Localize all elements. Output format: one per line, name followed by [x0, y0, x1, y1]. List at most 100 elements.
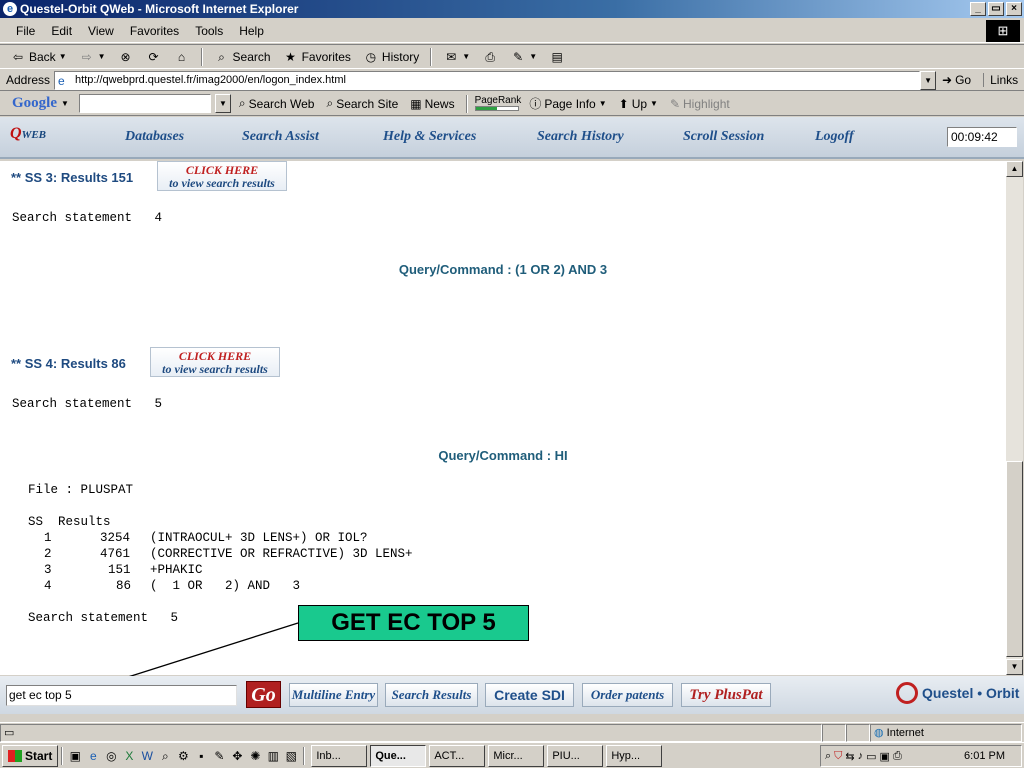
discuss-button[interactable]: ▤ — [545, 47, 569, 67]
task-micr[interactable]: Micr... — [488, 744, 545, 767]
maximize-button[interactable]: ▭ — [988, 2, 1004, 16]
order-patents-button[interactable]: Order patents — [582, 683, 673, 707]
quicklaunch-note-icon[interactable]: ✎ — [210, 747, 228, 765]
quicklaunch-swirl-icon[interactable]: ✺ — [246, 747, 264, 765]
task-act[interactable]: ACT... — [429, 744, 486, 767]
search-icon: ⌕ — [218, 49, 225, 64]
quicklaunch-outlook-icon[interactable]: ◎ — [102, 747, 120, 765]
history-button[interactable]: ◷ History — [359, 47, 423, 67]
scroll-thumb[interactable] — [1006, 461, 1023, 657]
page-status-icon: ▭ — [4, 726, 15, 739]
taskbar: Start ▣ e ◎ X W ⌕ ⚙ ▪ ✎ ✥ ✺ ▥ ▧ Inb... Q… — [0, 742, 1024, 768]
highlighter-icon: ✎ — [669, 96, 681, 111]
scroll-up-button[interactable]: ▲ — [1006, 161, 1023, 177]
refresh-button[interactable]: ⟳ — [142, 47, 166, 67]
quicklaunch-media-icon[interactable]: ▧ — [282, 747, 300, 765]
create-sdi-button[interactable]: Create SDI — [485, 683, 574, 707]
search-web-icon: ⌕ — [238, 96, 246, 110]
command-bar: get ec top 5 Go Multiline Entry Search R… — [0, 676, 1024, 714]
search-button[interactable]: ⌕ Search — [210, 47, 275, 67]
address-go-button[interactable]: ➜ Go — [936, 73, 977, 87]
tray-monitor-icon[interactable]: ▭ — [866, 750, 876, 763]
home-button[interactable]: ⌂ — [170, 47, 194, 67]
search-site-button[interactable]: ⌕ Search Site — [322, 96, 402, 111]
tray-lock-icon[interactable]: ▣ — [880, 750, 890, 763]
command-input[interactable]: get ec top 5 — [6, 685, 237, 706]
menu-file[interactable]: File — [8, 24, 43, 38]
tray-printer-icon[interactable]: ⎙ — [893, 750, 902, 763]
links-toolbar[interactable]: Links — [983, 73, 1018, 87]
quicklaunch-gear-icon[interactable]: ⚙ — [174, 747, 192, 765]
nav-databases[interactable]: Databases — [125, 129, 184, 145]
qweb-logo[interactable]: QWEB — [10, 125, 46, 143]
nav-search-history[interactable]: Search History — [537, 129, 624, 145]
ss3-results-link[interactable]: ** SS 3: Results 151 — [11, 170, 133, 185]
try-pluspat-button[interactable]: Try PlusPat — [681, 683, 771, 707]
address-dropdown[interactable]: ▼ — [920, 70, 937, 90]
task-piu[interactable]: PIU... — [547, 744, 604, 767]
go-button[interactable]: Go — [246, 681, 281, 708]
quicklaunch-desktop-icon[interactable]: ▣ — [66, 747, 84, 765]
tray-search-icon[interactable]: ⌕ — [825, 750, 831, 763]
forward-button[interactable]: ⇨ ▼ — [75, 47, 110, 67]
news-button[interactable]: ▦ News — [406, 97, 458, 111]
quicklaunch-excel-icon[interactable]: X — [120, 747, 138, 765]
back-arrow-icon: ⇦ — [12, 49, 24, 64]
file-label: File : PLUSPAT — [28, 483, 134, 497]
mail-button[interactable]: ✉ ▼ — [439, 47, 474, 67]
query-command-1: Query/Command : (1 OR 2) AND 3 — [398, 262, 608, 277]
back-button[interactable]: ⇦ Back ▼ — [6, 47, 71, 67]
menu-favorites[interactable]: Favorites — [122, 24, 187, 38]
task-questel[interactable]: Que... — [370, 744, 427, 767]
google-toolbar: Google ▼ ▼ ⌕ Search Web ⌕ Search Site ▦ New… — [0, 92, 1024, 116]
quicklaunch-cmd-icon[interactable]: ▪ — [192, 747, 210, 765]
info-icon: ⓘ — [529, 97, 542, 111]
ss3-statement: Search statement 4 — [12, 211, 163, 225]
search-results-button[interactable]: Search Results — [385, 683, 478, 707]
ss4-results-link[interactable]: ** SS 4: Results 86 — [11, 356, 126, 371]
edit-button[interactable]: ✎ ▼ — [506, 47, 541, 67]
multiline-entry-button[interactable]: Multiline Entry — [289, 683, 378, 707]
favorites-button[interactable]: ★ Favorites — [279, 47, 355, 67]
page-icon: e — [58, 73, 65, 88]
tray-volume-icon[interactable]: ♪ — [858, 750, 864, 762]
minimize-button[interactable]: _ — [970, 2, 986, 16]
scroll-down-button[interactable]: ▼ — [1006, 659, 1023, 675]
nav-search-assist[interactable]: Search Assist — [242, 129, 319, 145]
edit-icon: ✎ — [513, 49, 524, 64]
google-logo[interactable]: Google — [12, 95, 57, 112]
refresh-icon: ⟳ — [148, 49, 159, 64]
callout-annotation: GET EC TOP 5 — [298, 605, 529, 641]
up-button[interactable]: ⬆ Up ▼ — [615, 97, 662, 111]
nav-logoff[interactable]: Logoff — [815, 129, 854, 145]
google-search-dropdown[interactable]: ▼ — [214, 94, 231, 113]
start-button[interactable]: Start — [2, 744, 59, 767]
tray-shield-icon[interactable]: ⛉ — [834, 750, 842, 763]
menu-view[interactable]: View — [80, 24, 122, 38]
task-inbox[interactable]: Inb... — [311, 744, 368, 767]
google-search-input[interactable] — [78, 94, 211, 113]
ss3-click-here-button[interactable]: CLICK HERE to view search results — [157, 161, 287, 191]
search-web-button[interactable]: ⌕ Search Web — [235, 96, 319, 111]
vertical-scrollbar[interactable]: ▲ ▼ — [1006, 161, 1023, 675]
highlight-button[interactable]: ✎ Highlight — [666, 97, 734, 111]
nav-scroll-session[interactable]: Scroll Session — [683, 129, 764, 145]
go-arrow-icon: ➜ — [942, 73, 953, 87]
quicklaunch-ie-icon[interactable]: e — [84, 747, 102, 765]
tray-network-icon[interactable]: ⇆ — [845, 750, 854, 763]
menu-tools[interactable]: Tools — [187, 24, 231, 38]
nav-help-services[interactable]: Help & Services — [383, 129, 476, 145]
menu-help[interactable]: Help — [231, 24, 272, 38]
address-input[interactable]: e http://qwebprd.questel.fr/imag2000/en/l… — [54, 70, 921, 90]
print-button[interactable]: ⎙ — [478, 47, 502, 67]
ss4-click-here-button[interactable]: CLICK HERE to view search results — [150, 347, 280, 377]
page-info-button[interactable]: ⓘ Page Info ▼ — [525, 95, 610, 112]
quicklaunch-move-icon[interactable]: ✥ — [228, 747, 246, 765]
quicklaunch-word-icon[interactable]: W — [138, 747, 156, 765]
close-button[interactable]: × — [1006, 2, 1022, 16]
quicklaunch-books-icon[interactable]: ▥ — [264, 747, 282, 765]
task-hyp[interactable]: Hyp... — [606, 744, 663, 767]
stop-button[interactable]: ⊗ — [114, 47, 138, 67]
menu-edit[interactable]: Edit — [43, 24, 80, 38]
quicklaunch-search-icon[interactable]: ⌕ — [156, 747, 174, 765]
